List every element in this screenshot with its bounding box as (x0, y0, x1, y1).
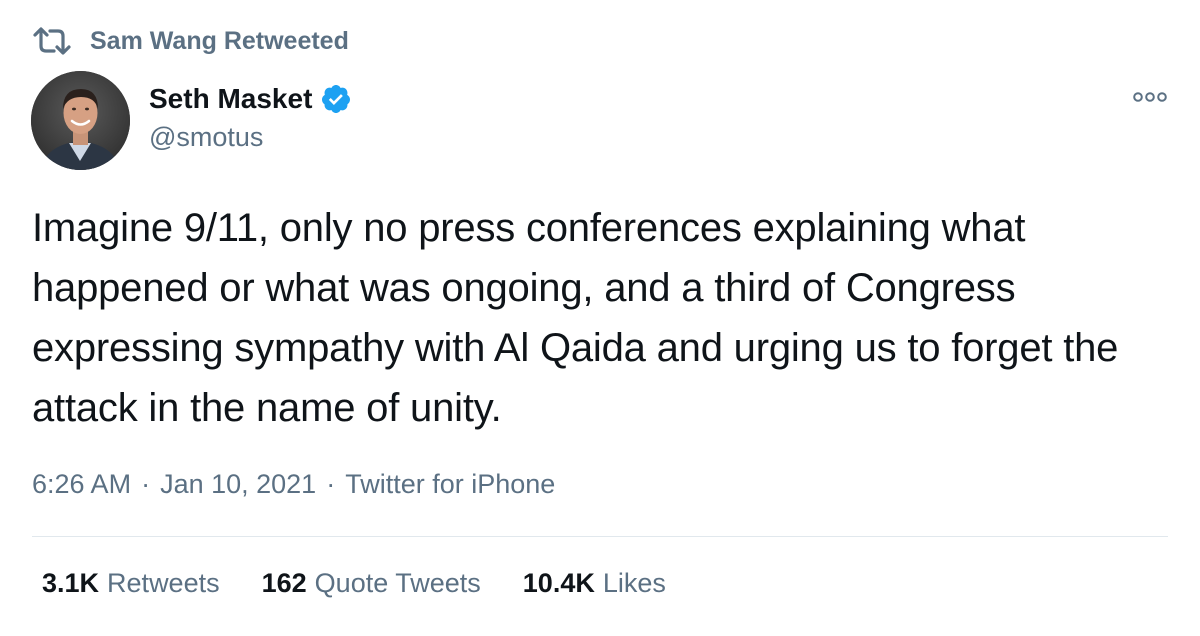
tweet-card: Sam Wang Retweeted Seth Masket @smotus I… (0, 0, 1200, 636)
quote-tweets-stat[interactable]: 162 Quote Tweets (262, 568, 481, 599)
tweet-stats: 3.1K Retweets 162 Quote Tweets 10.4K Lik… (42, 568, 708, 599)
author-handle[interactable]: @smotus (149, 122, 352, 153)
likes-stat[interactable]: 10.4K Likes (523, 568, 666, 599)
retweet-context[interactable]: Sam Wang Retweeted (32, 26, 349, 56)
avatar[interactable] (31, 71, 130, 170)
tweet-source[interactable]: Twitter for iPhone (345, 469, 555, 500)
author-name[interactable]: Seth Masket (149, 83, 312, 115)
tweet-time[interactable]: 6:26 AM (32, 469, 131, 500)
avatar-image (31, 71, 130, 170)
author-block[interactable]: Seth Masket @smotus (149, 80, 352, 153)
tweet-text: Imagine 9/11, only no press conferences … (32, 206, 1119, 430)
retweets-label: Retweets (107, 568, 220, 598)
tweet-date[interactable]: Jan 10, 2021 (160, 469, 316, 500)
verified-badge-icon (322, 85, 351, 113)
meta-separator: · (141, 469, 151, 499)
author-name-row: Seth Masket (149, 80, 352, 118)
divider (32, 536, 1168, 537)
retweets-stat[interactable]: 3.1K Retweets (42, 568, 220, 599)
likes-label: Likes (602, 568, 666, 598)
retweet-context-label: Sam Wang Retweeted (90, 26, 349, 55)
more-options-icon[interactable] (1132, 90, 1168, 104)
quote-tweets-label: Quote Tweets (314, 568, 481, 598)
retweet-icon (33, 27, 71, 55)
tweet-meta: 6:26 AM · Jan 10, 2021 · Twitter for iPh… (32, 469, 555, 500)
quote-tweets-count: 162 (261, 568, 307, 598)
likes-count: 10.4K (522, 568, 595, 598)
retweets-count: 3.1K (42, 568, 100, 598)
meta-separator: · (326, 469, 336, 499)
